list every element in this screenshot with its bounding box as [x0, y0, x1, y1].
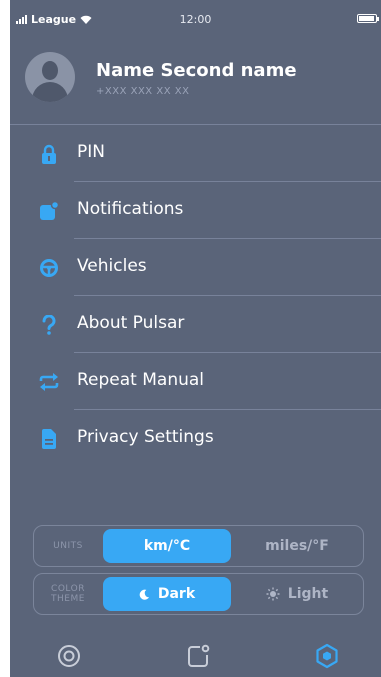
menu-item-label: Repeat Manual: [77, 370, 205, 390]
menu-item-about[interactable]: About Pulsar: [10, 296, 381, 353]
avatar[interactable]: [25, 52, 75, 102]
menu-item-notifications[interactable]: Notifications: [10, 182, 381, 239]
units-label: UNITS: [53, 541, 83, 551]
menu-item-vehicles[interactable]: Vehicles: [10, 239, 381, 296]
menu-item-label: Privacy Settings: [77, 427, 214, 447]
steering-wheel-icon: [38, 257, 60, 279]
menu-item-privacy[interactable]: Privacy Settings: [10, 410, 381, 467]
theme-label: COLOR THEME: [51, 584, 85, 604]
menu-item-label: About Pulsar: [77, 313, 185, 333]
status-time: 12:00: [179, 13, 212, 26]
lock-icon: [38, 143, 60, 165]
battery-icon: [357, 14, 379, 23]
units-option-imperial[interactable]: miles/°F: [233, 529, 361, 563]
repeat-icon: [38, 371, 60, 393]
tab-bar: [10, 633, 381, 677]
profile-header[interactable]: Name Second name +XXX XXX XX XX: [10, 40, 381, 125]
status-bar: League 12:00: [10, 0, 381, 40]
menu-item-label: PIN: [77, 142, 105, 162]
app-screen: League 12:00 Name Second name +XXX XXX X…: [10, 0, 381, 677]
theme-option-label: Light: [287, 586, 329, 602]
menu-item-label: Vehicles: [77, 256, 147, 276]
theme-option-light[interactable]: Light: [233, 577, 361, 611]
sun-icon: [266, 587, 280, 601]
hexagon-icon[interactable]: [314, 643, 340, 669]
target-icon[interactable]: [56, 643, 82, 669]
notification-icon[interactable]: [185, 643, 211, 669]
theme-option-dark[interactable]: Dark: [103, 577, 231, 611]
profile-phone: +XXX XXX XX XX: [96, 86, 190, 97]
question-icon: [38, 314, 60, 336]
theme-option-label: Dark: [157, 586, 196, 602]
settings-menu: PIN Notifications Vehicles About Pulsar: [10, 125, 381, 467]
units-toggle: UNITS km/°C miles/°F: [33, 525, 364, 567]
document-icon: [38, 428, 60, 450]
menu-item-label: Notifications: [77, 199, 184, 219]
menu-item-repeat-manual[interactable]: Repeat Manual: [10, 353, 381, 410]
units-option-metric[interactable]: km/°C: [103, 529, 231, 563]
menu-item-pin[interactable]: PIN: [10, 125, 381, 182]
theme-toggle: COLOR THEME Dark Light: [33, 573, 364, 615]
profile-name: Name Second name: [96, 60, 297, 81]
notification-icon: [38, 200, 60, 222]
moon-icon: [139, 589, 150, 600]
